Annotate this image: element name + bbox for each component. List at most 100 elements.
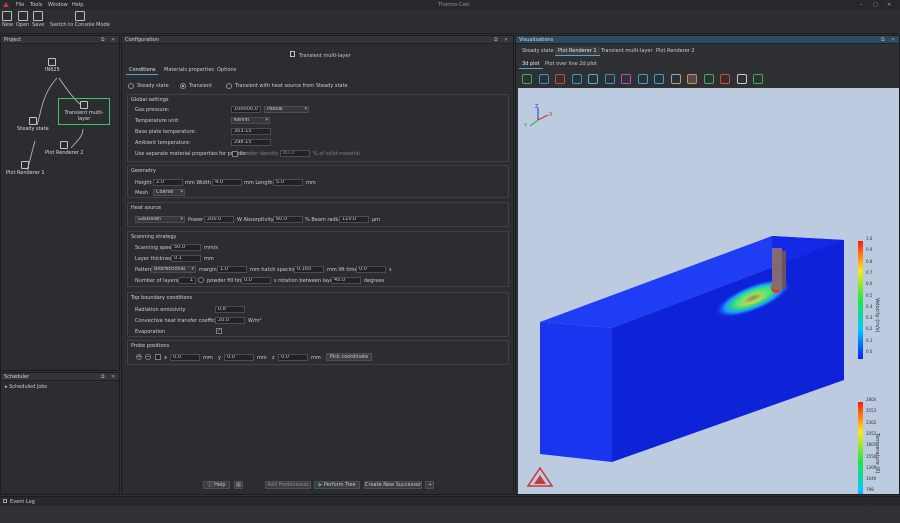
orthogonal-icon[interactable] <box>538 74 549 84</box>
add-predecessor-button[interactable]: Add Predecessor <box>265 481 311 489</box>
new-button[interactable]: New <box>2 11 13 28</box>
axis-icon[interactable] <box>604 74 615 84</box>
beam-input[interactable]: 110.0 <box>339 216 369 223</box>
rotate-y-icon[interactable] <box>571 74 582 84</box>
lift-input[interactable]: 0.0 <box>356 266 386 273</box>
menu-window[interactable]: Window <box>48 2 68 8</box>
power-label: Power <box>188 217 204 223</box>
menu-file[interactable]: File <box>16 2 24 8</box>
viz-3d-viewport[interactable]: Z Y X 1.0 0.9 0.8 0.7 0.6 0.5 0.4 0.3 0.… <box>518 88 899 520</box>
ambient-input[interactable]: 298.15 <box>231 139 271 146</box>
colorbar-tick: 297 <box>866 510 874 515</box>
menu-tools[interactable]: Tools <box>30 2 42 8</box>
colorbar-tick: 0.8 <box>866 258 873 264</box>
cup-icon[interactable] <box>720 74 730 84</box>
layer-thickness-input[interactable]: 0.1 <box>171 255 201 262</box>
mode-transient-radio[interactable] <box>180 83 186 89</box>
tab-materials-properties[interactable]: Materials properties <box>161 66 217 75</box>
mode-transient-heat-radio[interactable] <box>226 83 232 89</box>
viz-tab-transient[interactable]: Transient multi-layer <box>598 47 656 56</box>
reset-view-icon[interactable] <box>522 74 532 84</box>
subtab-plot-over-line[interactable]: Plot over line 2d plot <box>542 60 600 69</box>
slice-icon[interactable] <box>687 74 697 84</box>
grid-icon[interactable] <box>654 74 664 84</box>
float-icon[interactable]: ⧉ <box>494 36 498 44</box>
float-icon[interactable]: ⧉ <box>881 36 885 44</box>
gas-pressure-unit-select[interactable]: Pascal <box>264 106 309 113</box>
viz-tab-plot-renderer-1[interactable]: Plot Renderer 1 <box>555 47 600 56</box>
project-node-plot-renderer-2[interactable]: Plot Renderer 2 <box>45 141 84 156</box>
help-button[interactable]: ⓘ Help <box>203 481 230 489</box>
ruler-icon[interactable] <box>670 74 681 84</box>
console-mode-button[interactable]: Switch to Console Mode <box>50 11 110 28</box>
rotate-x-icon[interactable] <box>555 74 565 84</box>
rotate-z-icon[interactable] <box>588 74 598 84</box>
open-button[interactable]: Open <box>16 11 29 28</box>
maximize-icon[interactable]: □ <box>873 2 878 8</box>
project-node-plot-renderer-1[interactable]: Plot Renderer 1 <box>6 161 45 176</box>
speed-input[interactable]: 50.0 <box>171 244 201 251</box>
layers-input[interactable]: 1 <box>178 277 196 284</box>
pattern-select[interactable]: Bidirectional <box>151 266 196 273</box>
rescale-icon[interactable] <box>637 74 648 84</box>
cube-icon[interactable] <box>703 74 714 84</box>
save-button[interactable]: Save <box>32 11 44 28</box>
temp-unit-select[interactable]: Kelvin <box>231 117 270 124</box>
close-icon[interactable]: ✕ <box>887 2 891 8</box>
add-probe-icon[interactable]: + <box>136 354 142 360</box>
event-log-button[interactable]: Event Log <box>3 499 35 505</box>
menu-help[interactable]: Help <box>72 2 83 8</box>
project-node-transient[interactable]: Transient multi-layer <box>58 98 110 125</box>
close-panel-icon[interactable]: ✕ <box>891 36 895 44</box>
remove-probe-icon[interactable]: − <box>145 354 151 360</box>
mesh-select[interactable]: Coarse <box>153 189 185 196</box>
viz-tab-plot-renderer-2[interactable]: Plot Renderer 2 <box>653 47 698 56</box>
project-node-steady-state[interactable]: Steady state <box>17 117 49 132</box>
probe-positions-section: Probe positions + − x 0.0 mm y 0.0 mm z … <box>127 340 509 365</box>
htc-input[interactable]: 20.0 <box>215 317 245 324</box>
absorptivity-input[interactable]: 60.0 <box>273 216 303 223</box>
float-icon[interactable]: ⧉ <box>101 373 105 381</box>
probe-z-input[interactable]: 0.0 <box>278 354 308 361</box>
minimize-icon[interactable]: – <box>860 2 863 8</box>
close-panel-icon[interactable]: ✕ <box>111 36 115 44</box>
margin-input[interactable]: 1.0 <box>217 266 247 273</box>
tab-options[interactable]: Options <box>214 66 239 75</box>
evaporation-checkbox[interactable]: ✓ <box>216 328 222 334</box>
heat-type-select[interactable]: Gaussian <box>135 216 185 223</box>
gas-pressure-input[interactable]: 100000.0 <box>231 106 261 113</box>
probe-y-input[interactable]: 0.0 <box>224 354 254 361</box>
pick-coordinate-button[interactable]: Pick coordinate <box>326 353 372 361</box>
probe-x-input[interactable]: 0.0 <box>170 354 200 361</box>
powder-fill-input[interactable]: 0.0 <box>241 277 271 284</box>
scheduled-jobs-item[interactable]: ▸ Scheduled Jobs <box>5 384 47 390</box>
probe-checkbox[interactable] <box>155 354 161 360</box>
mode-steady-radio[interactable] <box>128 83 134 89</box>
power-input[interactable]: 200.0 <box>204 216 234 223</box>
length-input[interactable]: 5.0 <box>273 179 303 186</box>
next-arrow-button[interactable]: → <box>425 481 434 489</box>
tab-conditions[interactable]: Conditions <box>126 66 159 75</box>
hatch-input[interactable]: 0.165 <box>294 266 324 273</box>
base-plate-input[interactable]: 353.15 <box>231 128 271 135</box>
float-icon[interactable]: ⧉ <box>101 36 105 44</box>
width-input[interactable]: 4.0 <box>212 179 242 186</box>
toggle-view-icon[interactable] <box>736 74 747 84</box>
delete-button[interactable]: ▥ <box>234 481 243 489</box>
export-icon[interactable] <box>753 74 763 84</box>
perform-tree-button[interactable]: ▶ Perform Tree <box>314 481 360 489</box>
color-icon[interactable] <box>621 74 631 84</box>
close-panel-icon[interactable]: ✕ <box>504 36 508 44</box>
emissivity-input[interactable]: 0.8 <box>215 306 245 313</box>
height-input[interactable]: 2.0 <box>153 179 183 186</box>
project-node-in625[interactable]: IN625 <box>45 58 60 73</box>
layers-spinner-icon[interactable] <box>198 277 204 283</box>
create-successor-button[interactable]: Create New Successor <box>364 481 422 489</box>
viz-tab-steady-state[interactable]: Steady state <box>519 47 557 56</box>
close-panel-icon[interactable]: ✕ <box>111 373 115 381</box>
colorbar-tick: 0.7 <box>866 269 873 275</box>
powder-density-input[interactable]: 80.0 <box>280 150 310 157</box>
rotation-input[interactable]: 45.0 <box>331 277 361 284</box>
subtab-3d-plot[interactable]: 3d plot <box>519 60 543 69</box>
powder-checkbox[interactable] <box>232 151 238 157</box>
